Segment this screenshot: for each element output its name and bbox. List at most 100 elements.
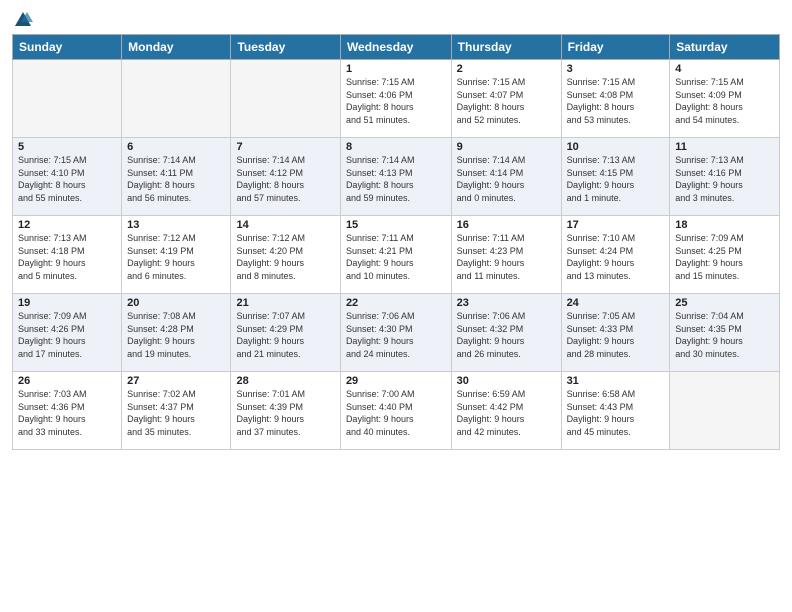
day-number: 9 xyxy=(457,141,556,153)
calendar-cell: 26Sunrise: 7:03 AM Sunset: 4:36 PM Dayli… xyxy=(13,372,122,450)
day-header-sunday: Sunday xyxy=(13,35,122,60)
day-number: 12 xyxy=(18,219,116,231)
day-number: 27 xyxy=(127,375,225,387)
calendar-cell xyxy=(13,60,122,138)
calendar-cell: 2Sunrise: 7:15 AM Sunset: 4:07 PM Daylig… xyxy=(451,60,561,138)
calendar-cell: 27Sunrise: 7:02 AM Sunset: 4:37 PM Dayli… xyxy=(122,372,231,450)
header xyxy=(12,10,780,26)
day-header-tuesday: Tuesday xyxy=(231,35,340,60)
day-number: 8 xyxy=(346,141,446,153)
day-detail: Sunrise: 7:09 AM Sunset: 4:26 PM Dayligh… xyxy=(18,310,116,360)
day-number: 17 xyxy=(567,219,665,231)
day-detail: Sunrise: 7:02 AM Sunset: 4:37 PM Dayligh… xyxy=(127,388,225,438)
day-detail: Sunrise: 7:08 AM Sunset: 4:28 PM Dayligh… xyxy=(127,310,225,360)
day-number: 25 xyxy=(675,297,774,309)
day-detail: Sunrise: 7:15 AM Sunset: 4:10 PM Dayligh… xyxy=(18,154,116,204)
day-detail: Sunrise: 7:04 AM Sunset: 4:35 PM Dayligh… xyxy=(675,310,774,360)
day-number: 30 xyxy=(457,375,556,387)
calendar-cell: 18Sunrise: 7:09 AM Sunset: 4:25 PM Dayli… xyxy=(670,216,780,294)
logo xyxy=(12,10,34,26)
calendar-cell: 12Sunrise: 7:13 AM Sunset: 4:18 PM Dayli… xyxy=(13,216,122,294)
calendar-cell: 28Sunrise: 7:01 AM Sunset: 4:39 PM Dayli… xyxy=(231,372,340,450)
day-detail: Sunrise: 7:10 AM Sunset: 4:24 PM Dayligh… xyxy=(567,232,665,282)
day-detail: Sunrise: 7:14 AM Sunset: 4:11 PM Dayligh… xyxy=(127,154,225,204)
day-header-monday: Monday xyxy=(122,35,231,60)
day-header-saturday: Saturday xyxy=(670,35,780,60)
day-number: 16 xyxy=(457,219,556,231)
day-detail: Sunrise: 7:14 AM Sunset: 4:12 PM Dayligh… xyxy=(236,154,334,204)
day-detail: Sunrise: 7:13 AM Sunset: 4:15 PM Dayligh… xyxy=(567,154,665,204)
day-detail: Sunrise: 7:09 AM Sunset: 4:25 PM Dayligh… xyxy=(675,232,774,282)
calendar-cell: 24Sunrise: 7:05 AM Sunset: 4:33 PM Dayli… xyxy=(561,294,670,372)
week-row-2: 5Sunrise: 7:15 AM Sunset: 4:10 PM Daylig… xyxy=(13,138,780,216)
day-number: 10 xyxy=(567,141,665,153)
day-detail: Sunrise: 7:11 AM Sunset: 4:21 PM Dayligh… xyxy=(346,232,446,282)
day-number: 31 xyxy=(567,375,665,387)
day-detail: Sunrise: 7:06 AM Sunset: 4:32 PM Dayligh… xyxy=(457,310,556,360)
day-detail: Sunrise: 7:07 AM Sunset: 4:29 PM Dayligh… xyxy=(236,310,334,360)
calendar-cell: 1Sunrise: 7:15 AM Sunset: 4:06 PM Daylig… xyxy=(340,60,451,138)
day-detail: Sunrise: 7:00 AM Sunset: 4:40 PM Dayligh… xyxy=(346,388,446,438)
calendar-table: SundayMondayTuesdayWednesdayThursdayFrid… xyxy=(12,34,780,450)
day-detail: Sunrise: 7:05 AM Sunset: 4:33 PM Dayligh… xyxy=(567,310,665,360)
calendar-cell: 19Sunrise: 7:09 AM Sunset: 4:26 PM Dayli… xyxy=(13,294,122,372)
day-number: 6 xyxy=(127,141,225,153)
day-number: 29 xyxy=(346,375,446,387)
calendar-cell: 3Sunrise: 7:15 AM Sunset: 4:08 PM Daylig… xyxy=(561,60,670,138)
day-detail: Sunrise: 7:14 AM Sunset: 4:13 PM Dayligh… xyxy=(346,154,446,204)
page-container: SundayMondayTuesdayWednesdayThursdayFrid… xyxy=(0,0,792,458)
day-number: 11 xyxy=(675,141,774,153)
calendar-cell xyxy=(670,372,780,450)
calendar-cell: 15Sunrise: 7:11 AM Sunset: 4:21 PM Dayli… xyxy=(340,216,451,294)
day-detail: Sunrise: 6:59 AM Sunset: 4:42 PM Dayligh… xyxy=(457,388,556,438)
calendar-cell: 22Sunrise: 7:06 AM Sunset: 4:30 PM Dayli… xyxy=(340,294,451,372)
day-number: 13 xyxy=(127,219,225,231)
day-number: 28 xyxy=(236,375,334,387)
calendar-cell: 6Sunrise: 7:14 AM Sunset: 4:11 PM Daylig… xyxy=(122,138,231,216)
day-detail: Sunrise: 7:11 AM Sunset: 4:23 PM Dayligh… xyxy=(457,232,556,282)
calendar-cell: 30Sunrise: 6:59 AM Sunset: 4:42 PM Dayli… xyxy=(451,372,561,450)
day-number: 1 xyxy=(346,63,446,75)
day-detail: Sunrise: 6:58 AM Sunset: 4:43 PM Dayligh… xyxy=(567,388,665,438)
calendar-cell: 9Sunrise: 7:14 AM Sunset: 4:14 PM Daylig… xyxy=(451,138,561,216)
calendar-cell: 14Sunrise: 7:12 AM Sunset: 4:20 PM Dayli… xyxy=(231,216,340,294)
day-detail: Sunrise: 7:15 AM Sunset: 4:09 PM Dayligh… xyxy=(675,76,774,126)
day-detail: Sunrise: 7:06 AM Sunset: 4:30 PM Dayligh… xyxy=(346,310,446,360)
day-number: 20 xyxy=(127,297,225,309)
calendar-cell: 10Sunrise: 7:13 AM Sunset: 4:15 PM Dayli… xyxy=(561,138,670,216)
week-row-1: 1Sunrise: 7:15 AM Sunset: 4:06 PM Daylig… xyxy=(13,60,780,138)
calendar-cell xyxy=(231,60,340,138)
calendar-cell: 13Sunrise: 7:12 AM Sunset: 4:19 PM Dayli… xyxy=(122,216,231,294)
day-header-thursday: Thursday xyxy=(451,35,561,60)
day-number: 7 xyxy=(236,141,334,153)
day-number: 14 xyxy=(236,219,334,231)
logo-icon xyxy=(13,10,33,30)
day-detail: Sunrise: 7:14 AM Sunset: 4:14 PM Dayligh… xyxy=(457,154,556,204)
day-detail: Sunrise: 7:12 AM Sunset: 4:19 PM Dayligh… xyxy=(127,232,225,282)
calendar-cell: 20Sunrise: 7:08 AM Sunset: 4:28 PM Dayli… xyxy=(122,294,231,372)
calendar-cell: 23Sunrise: 7:06 AM Sunset: 4:32 PM Dayli… xyxy=(451,294,561,372)
day-detail: Sunrise: 7:15 AM Sunset: 4:07 PM Dayligh… xyxy=(457,76,556,126)
calendar-cell: 31Sunrise: 6:58 AM Sunset: 4:43 PM Dayli… xyxy=(561,372,670,450)
day-header-wednesday: Wednesday xyxy=(340,35,451,60)
day-number: 21 xyxy=(236,297,334,309)
day-number: 2 xyxy=(457,63,556,75)
day-detail: Sunrise: 7:13 AM Sunset: 4:16 PM Dayligh… xyxy=(675,154,774,204)
calendar-cell: 7Sunrise: 7:14 AM Sunset: 4:12 PM Daylig… xyxy=(231,138,340,216)
day-number: 4 xyxy=(675,63,774,75)
day-number: 3 xyxy=(567,63,665,75)
calendar-cell: 8Sunrise: 7:14 AM Sunset: 4:13 PM Daylig… xyxy=(340,138,451,216)
day-number: 19 xyxy=(18,297,116,309)
day-detail: Sunrise: 7:15 AM Sunset: 4:06 PM Dayligh… xyxy=(346,76,446,126)
calendar-cell: 4Sunrise: 7:15 AM Sunset: 4:09 PM Daylig… xyxy=(670,60,780,138)
calendar-cell: 25Sunrise: 7:04 AM Sunset: 4:35 PM Dayli… xyxy=(670,294,780,372)
calendar-cell: 16Sunrise: 7:11 AM Sunset: 4:23 PM Dayli… xyxy=(451,216,561,294)
day-number: 5 xyxy=(18,141,116,153)
week-row-3: 12Sunrise: 7:13 AM Sunset: 4:18 PM Dayli… xyxy=(13,216,780,294)
calendar-cell: 5Sunrise: 7:15 AM Sunset: 4:10 PM Daylig… xyxy=(13,138,122,216)
day-detail: Sunrise: 7:13 AM Sunset: 4:18 PM Dayligh… xyxy=(18,232,116,282)
day-detail: Sunrise: 7:15 AM Sunset: 4:08 PM Dayligh… xyxy=(567,76,665,126)
calendar-cell: 17Sunrise: 7:10 AM Sunset: 4:24 PM Dayli… xyxy=(561,216,670,294)
calendar-cell: 11Sunrise: 7:13 AM Sunset: 4:16 PM Dayli… xyxy=(670,138,780,216)
day-detail: Sunrise: 7:12 AM Sunset: 4:20 PM Dayligh… xyxy=(236,232,334,282)
